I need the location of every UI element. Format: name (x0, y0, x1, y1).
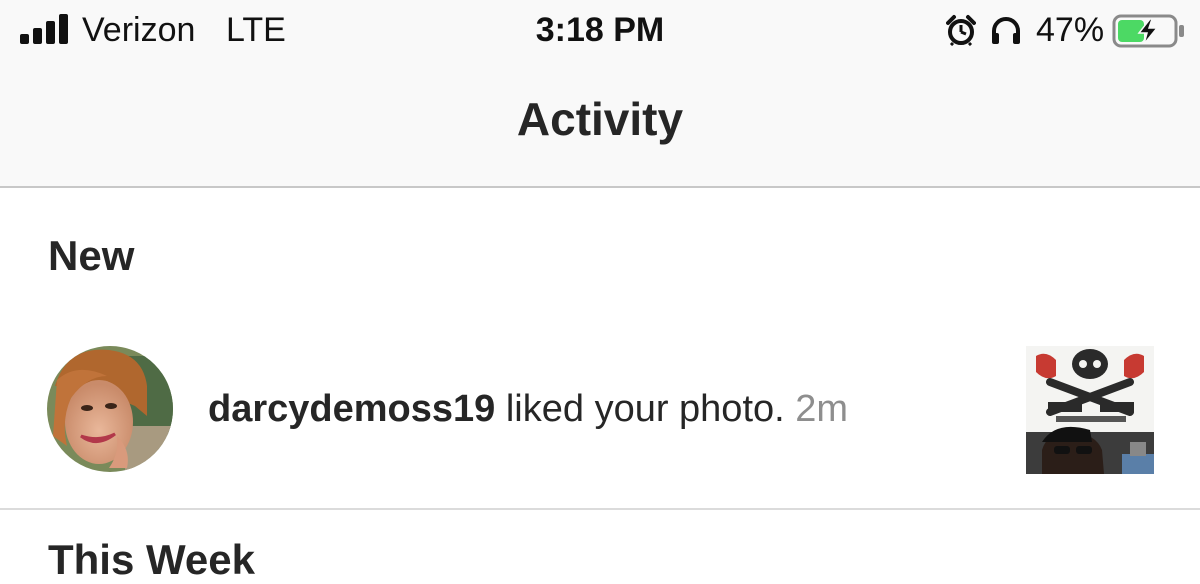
activity-text: darcydemoss19 liked your photo. 2m (208, 388, 848, 431)
activity-row[interactable]: darcydemoss19 liked your photo. 2m (0, 340, 1200, 480)
headphones-icon (992, 17, 1020, 44)
username-link[interactable]: darcydemoss19 (208, 388, 495, 430)
battery-icon (1112, 14, 1184, 48)
battery-percent: 47% (1036, 11, 1105, 49)
activity-action: liked your photo. (495, 388, 796, 430)
post-thumbnail[interactable] (1026, 346, 1154, 474)
page-title: Activity (516, 93, 684, 145)
section-header-this-week: This Week (48, 536, 255, 583)
alarm-icon (946, 15, 976, 46)
activity-timestamp: 2m (795, 388, 849, 430)
nav-header: Activity (0, 64, 1200, 188)
section-header-new: New (48, 232, 135, 279)
status-bar: Verizon LTE 3:18 PM 47% (0, 0, 1200, 64)
section-divider (0, 508, 1200, 510)
avatar[interactable] (47, 346, 173, 472)
